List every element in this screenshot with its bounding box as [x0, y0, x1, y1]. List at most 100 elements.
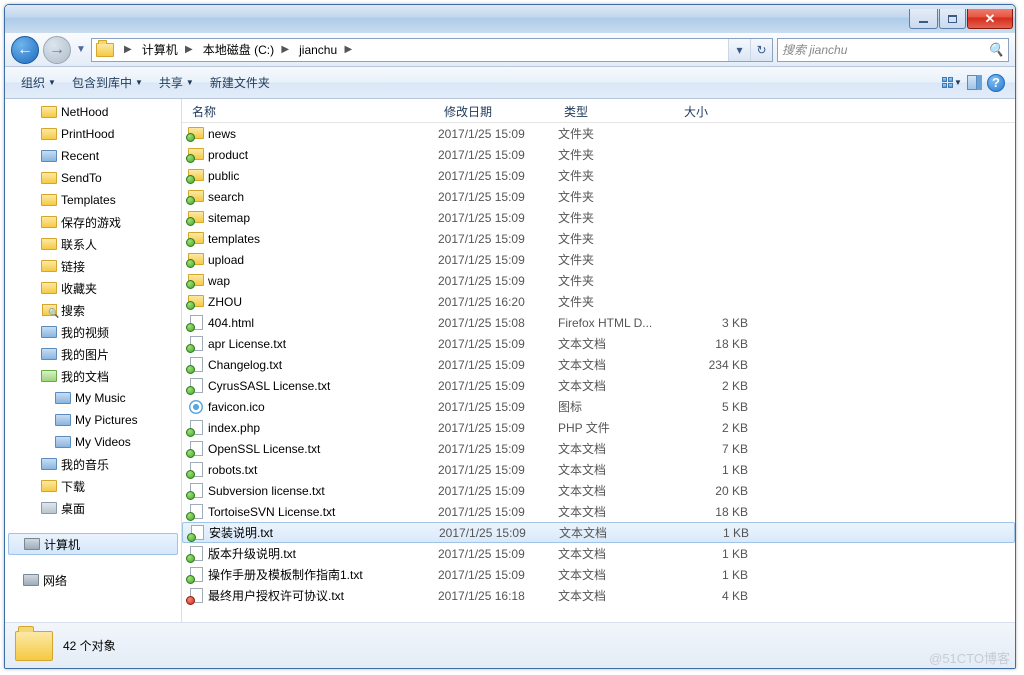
include-in-library-menu[interactable]: 包含到库中 ▼: [64, 70, 151, 95]
navigation-tree[interactable]: NetHoodPrintHoodRecent SendTo Templates 保存的…: [5, 99, 182, 622]
table-row[interactable]: ZHOU2017/1/25 16:20文件夹: [182, 291, 1015, 312]
titlebar[interactable]: ✕: [5, 5, 1015, 33]
column-name[interactable]: 名称: [182, 99, 438, 122]
table-row[interactable]: apr License.txt2017/1/25 15:09文本文档18 KB: [182, 333, 1015, 354]
address-dropdown[interactable]: ▾: [728, 39, 750, 61]
share-menu[interactable]: 共享 ▼: [151, 70, 202, 95]
toolbar: 组织 ▼ 包含到库中 ▼ 共享 ▼ 新建文件夹 ▼ ?: [5, 67, 1015, 99]
chevron-down-icon: ▼: [186, 78, 194, 87]
table-row[interactable]: wap2017/1/25 15:09文件夹: [182, 270, 1015, 291]
breadcrumb-item[interactable]: jianchu ▶: [295, 39, 358, 61]
table-row[interactable]: CyrusSASL License.txt2017/1/25 15:09文本文档…: [182, 375, 1015, 396]
table-row[interactable]: search2017/1/25 15:09文件夹: [182, 186, 1015, 207]
organize-menu[interactable]: 组织 ▼: [13, 70, 64, 95]
breadcrumb-item[interactable]: 计算机 ▶: [138, 39, 199, 61]
sidebar-item[interactable]: 我的视频: [5, 321, 181, 343]
table-row[interactable]: 安装说明.txt2017/1/25 15:09文本文档1 KB: [182, 522, 1015, 543]
sidebar-item-label: SendTo: [61, 171, 102, 185]
fld-b-icon: [41, 324, 57, 340]
file-type: 文件夹: [558, 272, 678, 289]
file-date: 2017/1/25 15:09: [438, 568, 558, 582]
sidebar-item[interactable]: 下载: [5, 475, 181, 497]
table-row[interactable]: product2017/1/25 15:09文件夹: [182, 144, 1015, 165]
sidebar-item-label: My Music: [75, 391, 126, 405]
sidebar-item[interactable]: 保存的游戏: [5, 211, 181, 233]
file-type: 文本文档: [558, 461, 678, 478]
sidebar-item[interactable]: My Videos: [5, 431, 181, 453]
view-mode-button[interactable]: ▼: [941, 72, 963, 94]
file-name: 版本升级说明.txt: [206, 545, 438, 562]
sidebar-item[interactable]: Recent: [5, 145, 181, 167]
file-size: 2 KB: [678, 379, 754, 393]
file-list[interactable]: news2017/1/25 15:09文件夹product2017/1/25 1…: [182, 123, 1015, 622]
file-size: 234 KB: [678, 358, 754, 372]
file-date: 2017/1/25 15:09: [438, 505, 558, 519]
sidebar-item-label: My Videos: [75, 435, 131, 449]
sidebar-item[interactable]: PrintHood: [5, 123, 181, 145]
breadcrumb-root[interactable]: ▶: [118, 39, 138, 61]
table-row[interactable]: OpenSSL License.txt2017/1/25 15:09文本文档7 …: [182, 438, 1015, 459]
sidebar-item[interactable]: 我的文档: [5, 365, 181, 387]
close-button[interactable]: ✕: [967, 9, 1013, 29]
sidebar-item-label: Templates: [61, 193, 116, 207]
sidebar-item[interactable]: 我的音乐: [5, 453, 181, 475]
table-row[interactable]: index.php2017/1/25 15:09PHP 文件2 KB: [182, 417, 1015, 438]
file-date: 2017/1/25 15:09: [438, 400, 558, 414]
new-folder-button[interactable]: 新建文件夹: [202, 70, 278, 95]
fld-y-icon: [41, 126, 57, 142]
file-type: 图标: [558, 398, 678, 415]
table-row[interactable]: sitemap2017/1/25 15:09文件夹: [182, 207, 1015, 228]
sidebar-item[interactable]: SendTo: [5, 167, 181, 189]
history-dropdown[interactable]: ▼: [75, 44, 87, 55]
table-row[interactable]: robots.txt2017/1/25 15:09文本文档1 KB: [182, 459, 1015, 480]
sidebar-item[interactable]: NetHood: [5, 101, 181, 123]
sidebar-item[interactable]: 我的图片: [5, 343, 181, 365]
search-input[interactable]: 搜索 jianchu 🔍: [777, 38, 1009, 62]
minimize-button[interactable]: [909, 9, 938, 29]
breadcrumb-item[interactable]: 本地磁盘 (C:) ▶: [199, 39, 295, 61]
sidebar-item[interactable]: 链接: [5, 255, 181, 277]
table-row[interactable]: 404.html2017/1/25 15:08Firefox HTML D...…: [182, 312, 1015, 333]
table-row[interactable]: 版本升级说明.txt2017/1/25 15:09文本文档1 KB: [182, 543, 1015, 564]
column-size[interactable]: 大小: [678, 99, 758, 122]
chevron-down-icon: ▼: [48, 78, 56, 87]
table-row[interactable]: TortoiseSVN License.txt2017/1/25 15:09文本…: [182, 501, 1015, 522]
file-name: sitemap: [206, 211, 438, 225]
sidebar-item[interactable]: My Pictures: [5, 409, 181, 431]
back-button[interactable]: ←: [11, 36, 39, 64]
sidebar-item[interactable]: 收藏夹: [5, 277, 181, 299]
table-row[interactable]: Changelog.txt2017/1/25 15:09文本文档234 KB: [182, 354, 1015, 375]
table-row[interactable]: 最终用户授权许可协议.txt2017/1/25 16:18文本文档4 KB: [182, 585, 1015, 606]
column-type[interactable]: 类型: [558, 99, 678, 122]
file-date: 2017/1/25 15:09: [438, 379, 558, 393]
file-name: robots.txt: [206, 463, 438, 477]
sidebar-item[interactable]: 搜索: [5, 299, 181, 321]
maximize-button[interactable]: [939, 9, 966, 29]
file-date: 2017/1/25 15:09: [438, 442, 558, 456]
sidebar-computer[interactable]: 计算机: [8, 533, 178, 555]
sidebar-item[interactable]: 桌面: [5, 497, 181, 519]
column-date[interactable]: 修改日期: [438, 99, 558, 122]
forward-button[interactable]: →: [43, 36, 71, 64]
table-row[interactable]: public2017/1/25 15:09文件夹: [182, 165, 1015, 186]
table-row[interactable]: news2017/1/25 15:09文件夹: [182, 123, 1015, 144]
folder-icon: [188, 169, 204, 182]
sidebar-item[interactable]: Templates: [5, 189, 181, 211]
sidebar-network[interactable]: 网络: [5, 569, 181, 591]
preview-pane-button[interactable]: [963, 72, 985, 94]
help-button[interactable]: ?: [985, 72, 1007, 94]
refresh-button[interactable]: ↻: [750, 39, 772, 61]
table-row[interactable]: upload2017/1/25 15:09文件夹: [182, 249, 1015, 270]
file-date: 2017/1/25 15:09: [438, 148, 558, 162]
sidebar-item[interactable]: 联系人: [5, 233, 181, 255]
sidebar-item[interactable]: My Music: [5, 387, 181, 409]
sidebar-item-label: 我的视频: [61, 324, 109, 341]
table-row[interactable]: templates2017/1/25 15:09文件夹: [182, 228, 1015, 249]
address-bar[interactable]: ▶计算机 ▶本地磁盘 (C:) ▶jianchu ▶ ▾ ↻: [91, 38, 773, 62]
file-date: 2017/1/25 15:09: [438, 211, 558, 225]
file-type: 文本文档: [558, 377, 678, 394]
table-row[interactable]: favicon.ico2017/1/25 15:09图标5 KB: [182, 396, 1015, 417]
file-type: 文件夹: [558, 146, 678, 163]
table-row[interactable]: 操作手册及模板制作指南1.txt2017/1/25 15:09文本文档1 KB: [182, 564, 1015, 585]
table-row[interactable]: Subversion license.txt2017/1/25 15:09文本文…: [182, 480, 1015, 501]
